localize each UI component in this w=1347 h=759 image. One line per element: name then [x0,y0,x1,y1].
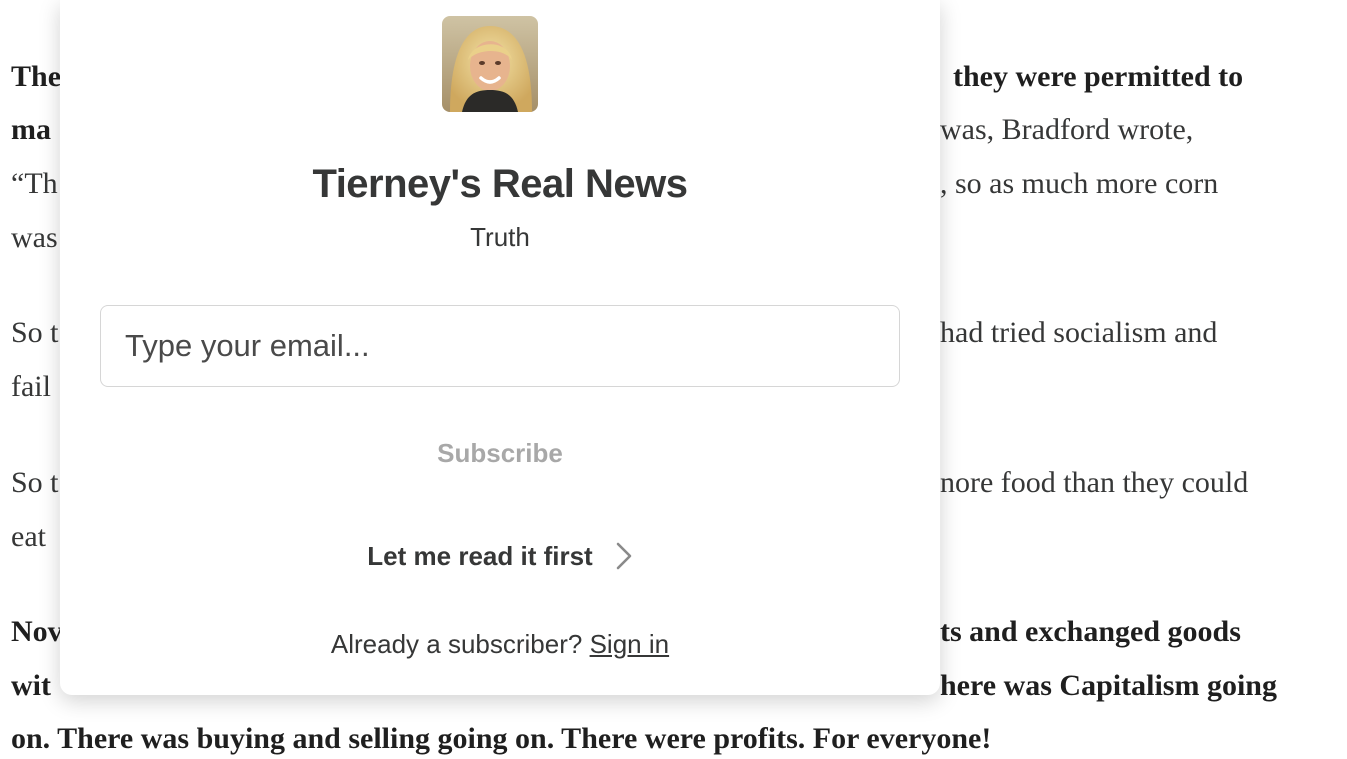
article-text-right: was, Bradford wrote, [940,113,1194,146]
article-line: ts and exchanged goods [940,612,1241,652]
already-subscriber-label: Already a subscriber? [330,629,583,659]
chevron-right-icon [616,542,632,570]
article-text-left: ma [11,113,51,146]
subscribe-modal: Tierney's Real News Truth Subscribe Let … [60,0,940,695]
article-line: on. There was buying and selling going o… [11,719,991,759]
article-text-left: wit [11,669,51,702]
article-text-right: ts and exchanged goods [940,615,1241,648]
article-text-left: “Th [11,167,58,200]
article-text-left: So t [11,466,59,499]
subscribe-button[interactable]: Subscribe [350,428,650,478]
article-text-right: here was Capitalism going [940,669,1277,702]
publication-subtitle: Truth [470,222,530,252]
article-line: wit [11,666,51,706]
read-first-link[interactable]: Let me read it first [60,536,940,576]
already-subscriber-text: Already a subscriber? Sign in [60,626,940,662]
article-line: The [11,57,61,97]
email-input[interactable] [100,305,900,387]
avatar-image [442,16,538,112]
article-text-left: The [11,60,62,93]
article-line: they were permitted to [953,57,1243,97]
article-text-left: Nov [11,615,63,648]
sign-in-link[interactable]: Sign in [590,629,670,659]
article-text-right: , so as much more corn [940,167,1219,200]
article-text-right: they were permitted to [953,60,1244,93]
article-line: Nov [11,612,63,652]
article-text-right: had tried socialism and [940,316,1218,349]
read-first-label: Let me read it first [367,540,593,571]
publication-title: Tierney's Real News [312,162,688,206]
article-line: ma [11,110,51,150]
article-line: here was Capitalism going [940,666,1277,706]
article-text-left: eat [11,520,46,553]
article-text-left: So t [11,316,59,349]
article-text-full: on. There was buying and selling going o… [11,722,992,755]
publication-avatar [442,16,538,112]
article-text-right: nore food than they could [940,466,1249,499]
article-text-left: was [11,221,58,254]
article-text-left: fail [11,370,51,403]
